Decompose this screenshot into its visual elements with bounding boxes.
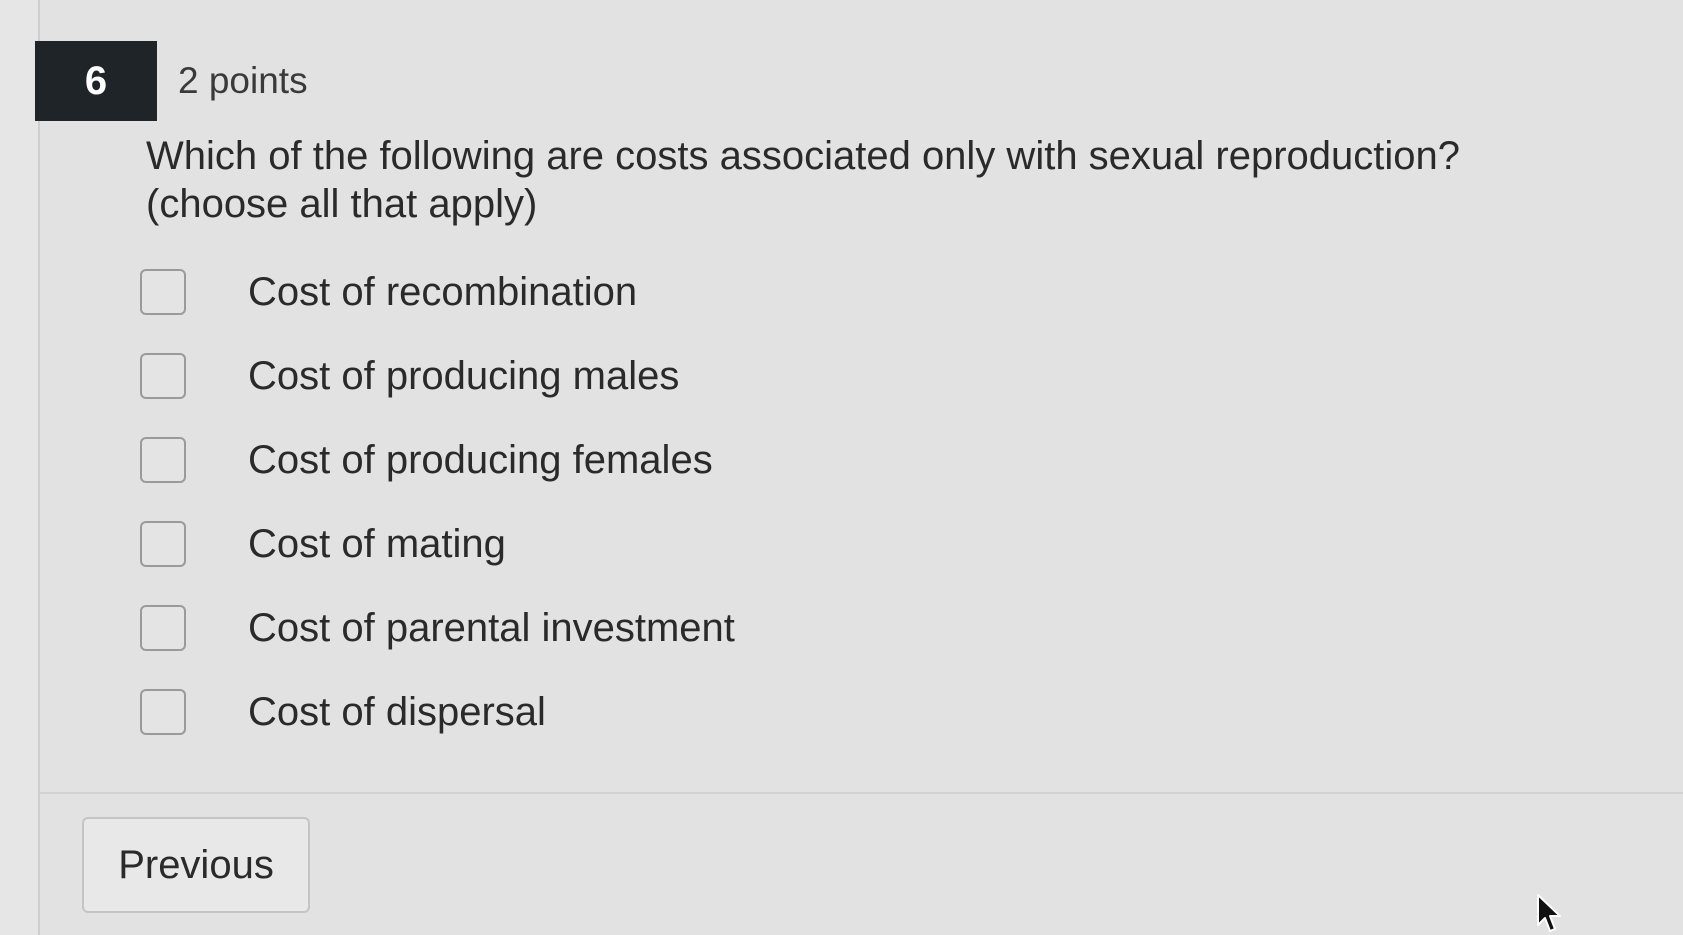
answer-options: Cost of recombination Cost of producing …: [140, 250, 735, 754]
question-prompt: Which of the following are costs associa…: [146, 134, 1461, 178]
checkbox-dispersal[interactable]: [140, 689, 186, 735]
answer-option-recombination[interactable]: Cost of recombination: [140, 250, 735, 334]
answer-option-parental-investment[interactable]: Cost of parental investment: [140, 586, 735, 670]
section-divider: [40, 792, 1683, 794]
answer-option-producing-females[interactable]: Cost of producing females: [140, 418, 735, 502]
option-label: Cost of parental investment: [248, 605, 735, 650]
checkbox-producing-females[interactable]: [140, 437, 186, 483]
answer-option-dispersal[interactable]: Cost of dispersal: [140, 670, 735, 754]
option-label: Cost of dispersal: [248, 689, 546, 734]
option-label: Cost of producing males: [248, 353, 680, 398]
option-label: Cost of producing females: [248, 437, 713, 482]
answer-option-mating[interactable]: Cost of mating: [140, 502, 735, 586]
left-rail: [0, 0, 40, 935]
question-text: Which of the following are costs associa…: [146, 132, 1506, 228]
question-number: 6: [84, 58, 108, 103]
question-points: 2 points: [178, 60, 308, 101]
question-instruction: (choose all that apply): [146, 182, 538, 226]
option-label: Cost of recombination: [248, 269, 638, 314]
checkbox-mating[interactable]: [140, 521, 186, 567]
answer-option-producing-males[interactable]: Cost of producing males: [140, 334, 735, 418]
checkbox-producing-males[interactable]: [140, 353, 186, 399]
mouse-pointer-icon: [1537, 894, 1561, 932]
checkbox-parental-investment[interactable]: [140, 605, 186, 651]
checkbox-recombination[interactable]: [140, 269, 186, 315]
question-number-badge: 6: [35, 41, 157, 121]
option-label: Cost of mating: [248, 521, 506, 566]
previous-button[interactable]: Previous: [82, 817, 310, 913]
